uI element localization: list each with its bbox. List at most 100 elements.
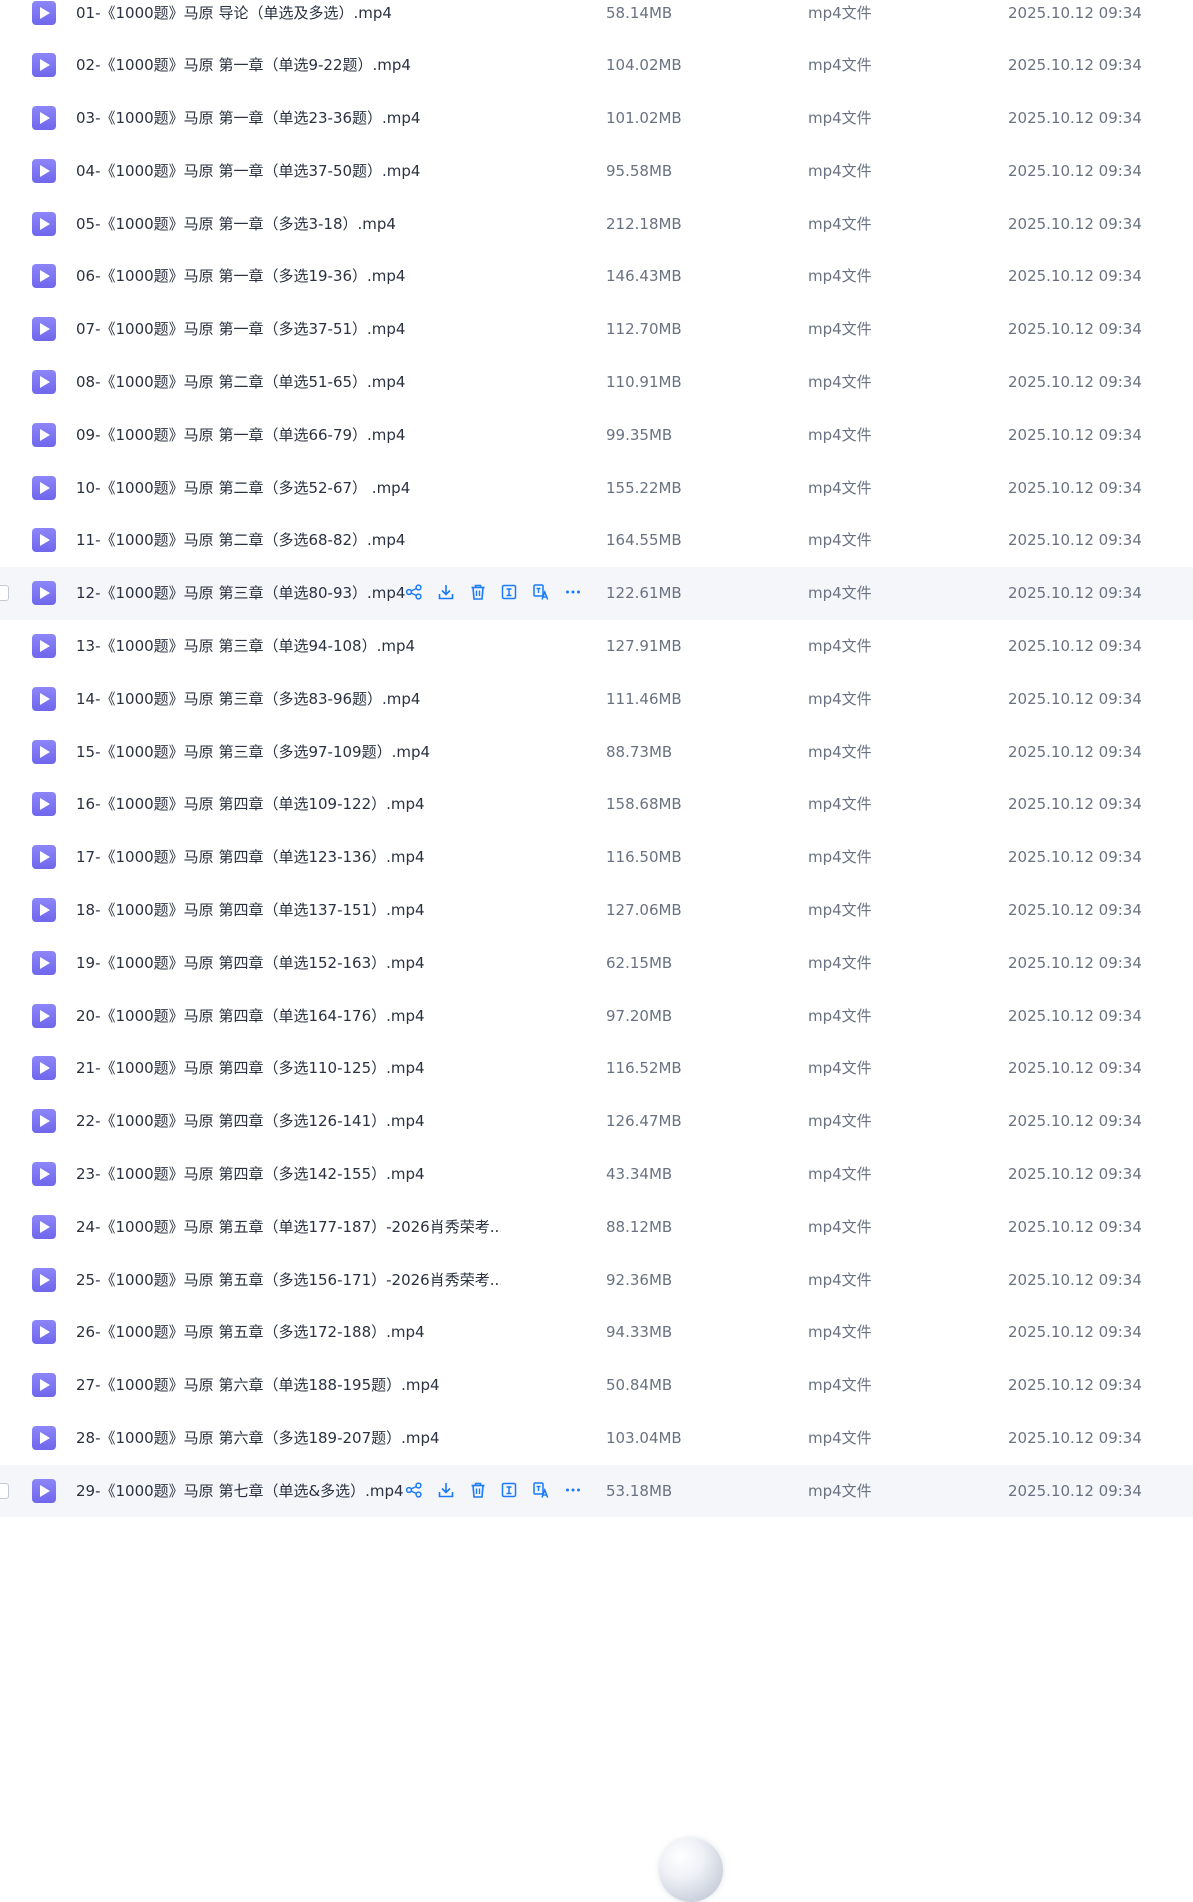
file-row[interactable]: 13-《1000题》马原 第三章（单选94-108）.mp4 127.91MB mp… <box>0 620 1193 673</box>
file-name[interactable]: 27-《1000题》马原 第六章（单选188-195题）.mp4 <box>76 1375 440 1395</box>
file-type: mp4文件 <box>808 425 872 444</box>
file-name[interactable]: 26-《1000题》马原 第五章（多选172-188）.mp4 <box>76 1322 425 1342</box>
video-file-icon <box>32 1056 56 1081</box>
file-row[interactable]: 25-《1000题》马原 第五章（多选156-171）-2026肖秀荣考... 9… <box>0 1253 1193 1306</box>
download-icon[interactable] <box>437 1481 457 1501</box>
file-name[interactable]: 29-《1000题》马原 第七章（单选&多选）.mp4 <box>76 1481 404 1501</box>
file-row[interactable]: 14-《1000题》马原 第三章（多选83-96题）.mp4 111.46MB mp… <box>0 673 1193 726</box>
share-icon[interactable] <box>405 1481 425 1501</box>
file-name[interactable]: 20-《1000题》马原 第四章（单选164-176）.mp4 <box>76 1006 425 1026</box>
row-checkbox[interactable] <box>0 585 9 602</box>
file-name[interactable]: 24-《1000题》马原 第五章（单选177-187）-2026肖秀荣考... <box>76 1217 501 1237</box>
video-file-icon <box>32 1267 56 1292</box>
file-name[interactable]: 14-《1000题》马原 第三章（多选83-96题）.mp4 <box>76 689 420 709</box>
file-size: 127.06MB <box>606 901 682 920</box>
file-name[interactable]: 07-《1000题》马原 第一章（多选37-51）.mp4 <box>76 319 405 339</box>
file-type: mp4文件 <box>808 1376 872 1395</box>
file-type: mp4文件 <box>808 584 872 603</box>
delete-icon[interactable] <box>469 583 489 603</box>
video-file-icon <box>32 211 56 236</box>
video-file-icon <box>32 370 56 395</box>
file-row[interactable]: 29-《1000题》马原 第七章（单选&多选）.mp4 53.18MB mp4文件 2… <box>0 1464 1193 1518</box>
file-row[interactable]: 27-《1000题》马原 第六章（单选188-195题）.mp4 50.84MB m… <box>0 1359 1193 1412</box>
text-extract-icon[interactable] <box>500 1481 520 1501</box>
file-row[interactable]: 10-《1000题》马原 第二章（多选52-67） .mp4 155.22MB mp… <box>0 461 1193 514</box>
more-icon[interactable] <box>564 583 584 603</box>
more-icon[interactable] <box>564 1481 584 1501</box>
file-type: mp4文件 <box>808 267 872 286</box>
file-row[interactable]: 05-《1000题》马原 第一章（多选3-18）.mp4 212.18MB mp4文… <box>0 197 1193 250</box>
file-row[interactable]: 28-《1000题》马原 第六章（多选189-207题）.mp4 103.04MB… <box>0 1412 1193 1465</box>
download-icon[interactable] <box>437 583 457 603</box>
file-row[interactable]: 01-《1000题》马原 导论（单选及多选）.mp4 58.14MB mp4文件 20… <box>0 0 1193 39</box>
file-size: 43.34MB <box>606 1165 673 1184</box>
file-name[interactable]: 17-《1000题》马原 第四章（单选123-136）.mp4 <box>76 847 425 867</box>
file-size: 95.58MB <box>606 161 673 180</box>
file-size: 164.55MB <box>606 531 682 550</box>
file-name[interactable]: 02-《1000题》马原 第一章（单选9-22题）.mp4 <box>76 55 411 75</box>
file-name[interactable]: 08-《1000题》马原 第二章（单选51-65）.mp4 <box>76 372 405 392</box>
translate-icon[interactable] <box>532 1481 552 1501</box>
file-row[interactable]: 04-《1000题》马原 第一章（单选37-50题）.mp4 95.58MB mp4… <box>0 145 1193 198</box>
row-checkbox[interactable] <box>0 1482 9 1499</box>
file-name[interactable]: 06-《1000题》马原 第一章（多选19-36）.mp4 <box>76 266 405 286</box>
file-name[interactable]: 03-《1000题》马原 第一章（单选23-36题）.mp4 <box>76 108 420 128</box>
file-modified-date: 2025.10.12 09:34 <box>1008 267 1142 286</box>
share-icon[interactable] <box>405 583 425 603</box>
file-row[interactable]: 17-《1000题》马原 第四章（单选123-136）.mp4 116.50MB m… <box>0 831 1193 884</box>
file-name[interactable]: 05-《1000题》马原 第一章（多选3-18）.mp4 <box>76 214 396 234</box>
file-name[interactable]: 12-《1000题》马原 第三章（单选80-93）.mp4 <box>76 583 405 603</box>
translate-icon[interactable] <box>532 583 552 603</box>
file-row[interactable]: 20-《1000题》马原 第四章（单选164-176）.mp4 97.20MB mp… <box>0 989 1193 1042</box>
file-modified-date: 2025.10.12 09:34 <box>1008 953 1142 972</box>
file-modified-date: 2025.10.12 09:34 <box>1008 214 1142 233</box>
file-row[interactable]: 22-《1000题》马原 第四章（多选126-141）.mp4 126.47MB m… <box>0 1095 1193 1148</box>
video-file-icon <box>32 264 56 289</box>
file-row[interactable]: 12-《1000题》马原 第三章（单选80-93）.mp4 122.61MB mp4… <box>0 567 1193 620</box>
file-name[interactable]: 01-《1000题》马原 导论（单选及多选）.mp4 <box>76 3 392 23</box>
file-name[interactable]: 09-《1000题》马原 第一章（单选66-79）.mp4 <box>76 425 405 445</box>
file-name[interactable]: 25-《1000题》马原 第五章（多选156-171）-2026肖秀荣考... <box>76 1270 501 1290</box>
file-row[interactable]: 02-《1000题》马原 第一章（单选9-22题）.mp4 104.02MB mp4… <box>0 39 1193 92</box>
video-file-icon <box>32 1426 56 1451</box>
file-row[interactable]: 11-《1000题》马原 第二章（多选68-82）.mp4 164.55MB mp4… <box>0 514 1193 567</box>
file-row[interactable]: 06-《1000题》马原 第一章（多选19-36）.mp4 146.43MB mp4… <box>0 250 1193 303</box>
video-file-icon <box>32 1214 56 1239</box>
file-name[interactable]: 10-《1000题》马原 第二章（多选52-67） .mp4 <box>76 478 410 498</box>
file-row[interactable]: 18-《1000题》马原 第四章（单选137-151）.mp4 127.06MB m… <box>0 884 1193 937</box>
file-name[interactable]: 16-《1000题》马原 第四章（单选109-122）.mp4 <box>76 794 425 814</box>
file-name[interactable]: 23-《1000题》马原 第四章（多选142-155）.mp4 <box>76 1164 425 1184</box>
file-row[interactable]: 16-《1000题》马原 第四章（单选109-122）.mp4 158.68MB m… <box>0 778 1193 831</box>
file-row[interactable]: 21-《1000题》马原 第四章（多选110-125）.mp4 116.52MB m… <box>0 1042 1193 1095</box>
file-modified-date: 2025.10.12 09:34 <box>1008 1481 1142 1500</box>
file-row[interactable]: 26-《1000题》马原 第五章（多选172-188）.mp4 94.33MB mp… <box>0 1306 1193 1359</box>
file-row[interactable]: 08-《1000题》马原 第二章（单选51-65）.mp4 110.91MB mp4… <box>0 356 1193 409</box>
file-row[interactable]: 07-《1000题》马原 第一章（多选37-51）.mp4 112.70MB mp4… <box>0 303 1193 356</box>
file-row[interactable]: 09-《1000题》马原 第一章（单选66-79）.mp4 99.35MB mp4文… <box>0 409 1193 462</box>
text-extract-icon[interactable] <box>500 583 520 603</box>
file-name[interactable]: 21-《1000题》马原 第四章（多选110-125）.mp4 <box>76 1058 425 1078</box>
file-name[interactable]: 15-《1000题》马原 第三章（多选97-109题）.mp4 <box>76 742 430 762</box>
file-type: mp4文件 <box>808 3 872 22</box>
delete-icon[interactable] <box>469 1481 489 1501</box>
file-row[interactable]: 23-《1000题》马原 第四章（多选142-155）.mp4 43.34MB mp… <box>0 1148 1193 1201</box>
file-name[interactable]: 28-《1000题》马原 第六章（多选189-207题）.mp4 <box>76 1428 440 1448</box>
file-name[interactable]: 18-《1000题》马原 第四章（单选137-151）.mp4 <box>76 900 425 920</box>
file-type: mp4文件 <box>808 320 872 339</box>
file-name[interactable]: 19-《1000题》马原 第四章（单选152-163）.mp4 <box>76 953 425 973</box>
file-row[interactable]: 19-《1000题》马原 第四章（单选152-163）.mp4 62.15MB mp… <box>0 937 1193 990</box>
file-row[interactable]: 24-《1000题》马原 第五章（单选177-187）-2026肖秀荣考... 8… <box>0 1201 1193 1254</box>
file-name[interactable]: 13-《1000题》马原 第三章（单选94-108）.mp4 <box>76 636 415 656</box>
file-name[interactable]: 22-《1000题》马原 第四章（多选126-141）.mp4 <box>76 1111 425 1131</box>
file-type: mp4文件 <box>808 901 872 920</box>
file-type: mp4文件 <box>808 1481 872 1500</box>
file-type: mp4文件 <box>808 531 872 550</box>
video-file-icon <box>32 528 56 553</box>
file-type: mp4文件 <box>808 1429 872 1448</box>
file-type: mp4文件 <box>808 109 872 128</box>
file-row[interactable]: 03-《1000题》马原 第一章（单选23-36题）.mp4 101.02MB mp… <box>0 92 1193 145</box>
video-file-icon <box>32 1109 56 1134</box>
file-name[interactable]: 04-《1000题》马原 第一章（单选37-50题）.mp4 <box>76 161 420 181</box>
file-name[interactable]: 11-《1000题》马原 第二章（多选68-82）.mp4 <box>76 530 405 550</box>
file-row[interactable]: 15-《1000题》马原 第三章（多选97-109题）.mp4 88.73MB mp… <box>0 725 1193 778</box>
